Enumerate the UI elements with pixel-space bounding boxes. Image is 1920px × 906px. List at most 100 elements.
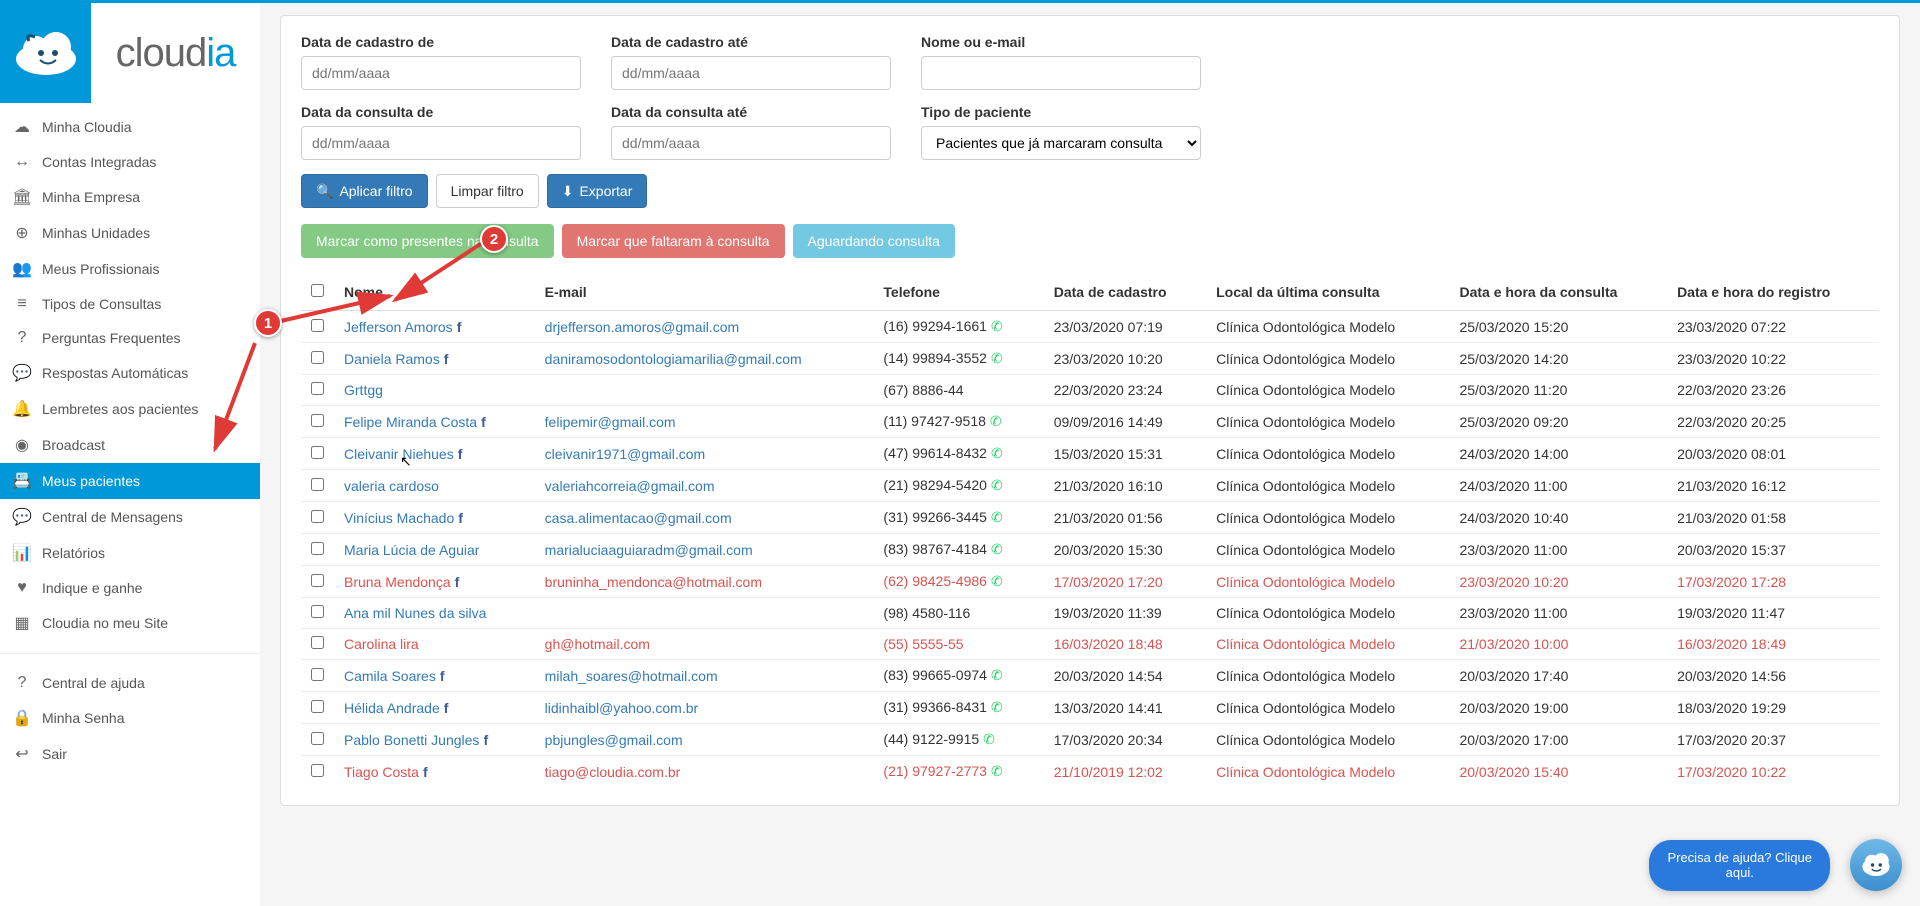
whatsapp-icon[interactable]: ✆ (991, 445, 1003, 461)
patient-email-link[interactable]: drjefferson.amoros@gmail.com (545, 319, 739, 335)
row-checkbox[interactable] (311, 764, 324, 777)
sidebar-item[interactable]: 🏛Minha Empresa (0, 179, 260, 215)
row-checkbox[interactable] (311, 446, 324, 459)
whatsapp-icon[interactable]: ✆ (991, 350, 1003, 366)
facebook-icon: f (423, 764, 428, 780)
row-checkbox[interactable] (311, 414, 324, 427)
row-checkbox[interactable] (311, 510, 324, 523)
sidebar-item[interactable]: 👥Meus Profissionais (0, 251, 260, 287)
patient-name-link[interactable]: Cleivanir Niehues (344, 446, 454, 462)
whatsapp-icon[interactable]: ✆ (991, 541, 1003, 557)
patient-name-link[interactable]: Tiago Costa (344, 764, 419, 780)
sidebar-footer-item[interactable]: ↩Sair (0, 736, 260, 772)
patient-email-link[interactable]: cleivanir1971@gmail.com (545, 446, 706, 462)
row-checkbox[interactable] (311, 605, 324, 618)
help-pill[interactable]: Precisa de ajuda? Clique aqui. (1649, 840, 1830, 891)
mark-present-button[interactable]: Marcar como presentes na consulta (301, 224, 554, 258)
row-checkbox[interactable] (311, 574, 324, 587)
nav-icon: 🏛 (12, 187, 32, 207)
patient-name-link[interactable]: Grttgg (344, 382, 383, 398)
whatsapp-icon[interactable]: ✆ (991, 699, 1003, 715)
chat-widget-button[interactable] (1850, 839, 1902, 891)
sidebar-item-label: Relatórios (42, 545, 105, 561)
whatsapp-icon[interactable]: ✆ (991, 477, 1003, 493)
input-name-email[interactable] (921, 56, 1201, 90)
facebook-icon: f (444, 351, 449, 367)
patient-name-link[interactable]: valeria cardoso (344, 478, 439, 494)
patient-email-link[interactable]: gh@hotmail.com (545, 636, 650, 652)
export-button[interactable]: ⬇ Exportar (547, 174, 648, 208)
clear-filter-button[interactable]: Limpar filtro (436, 174, 539, 208)
sidebar-item[interactable]: ?Perguntas Frequentes (0, 321, 260, 355)
logo[interactable]: cloudia (0, 3, 260, 103)
mark-absent-button[interactable]: Marcar que faltaram à consulta (562, 224, 785, 258)
patient-email-link[interactable]: milah_soares@hotmail.com (545, 668, 718, 684)
sidebar-footer-item[interactable]: ?Central de ajuda (0, 666, 260, 700)
patient-name-link[interactable]: Hélida Andrade (344, 700, 440, 716)
sidebar-item[interactable]: ◉Broadcast (0, 427, 260, 463)
patient-email-link[interactable]: casa.alimentacao@gmail.com (545, 510, 732, 526)
patient-name-link[interactable]: Daniela Ramos (344, 351, 440, 367)
whatsapp-icon[interactable]: ✆ (991, 667, 1003, 683)
patient-email-link[interactable]: valeriahcorreia@gmail.com (545, 478, 715, 494)
select-patient-type[interactable]: Pacientes que já marcaram consulta (921, 126, 1201, 160)
row-checkbox[interactable] (311, 382, 324, 395)
sidebar-item-label: Minhas Unidades (42, 225, 150, 241)
patient-name-link[interactable]: Bruna Mendonça (344, 574, 451, 590)
input-reg-to[interactable] (611, 56, 891, 90)
whatsapp-icon[interactable]: ✆ (991, 573, 1003, 589)
patient-email-link[interactable]: felipemir@gmail.com (545, 414, 676, 430)
row-checkbox[interactable] (311, 636, 324, 649)
facebook-icon: f (455, 574, 460, 590)
row-checkbox[interactable] (311, 542, 324, 555)
cell-created-date: 22/03/2020 23:26 (1667, 375, 1879, 406)
row-checkbox[interactable] (311, 319, 324, 332)
patient-email-link[interactable]: lidinhaibl@yahoo.com.br (545, 700, 699, 716)
sidebar-item[interactable]: 📇Meus pacientes (0, 463, 260, 499)
sidebar-item[interactable]: ↔Contas Integradas (0, 145, 260, 179)
sidebar-item[interactable]: ▦Cloudia no meu Site (0, 605, 260, 641)
patient-name-link[interactable]: Felipe Miranda Costa (344, 414, 477, 430)
patient-name-link[interactable]: Camila Soares (344, 668, 436, 684)
patient-name-link[interactable]: Carolina lira (344, 636, 419, 652)
input-reg-from[interactable] (301, 56, 581, 90)
row-checkbox[interactable] (311, 700, 324, 713)
patient-name-link[interactable]: Pablo Bonetti Jungles (344, 732, 479, 748)
patient-name-link[interactable]: Ana mil Nunes da silva (344, 605, 486, 621)
label-patient-type: Tipo de paciente (921, 104, 1201, 120)
sidebar-item[interactable]: ☁Minha Cloudia (0, 109, 260, 145)
sidebar-item[interactable]: ≡Tipos de Consultas (0, 287, 260, 321)
patient-email-link[interactable]: bruninha_mendonca@hotmail.com (545, 574, 762, 590)
sidebar-item[interactable]: 📊Relatórios (0, 535, 260, 571)
sidebar-footer-item[interactable]: 🔒Minha Senha (0, 700, 260, 736)
patient-email-link[interactable]: marialuciaaguiaradm@gmail.com (545, 542, 753, 558)
row-checkbox[interactable] (311, 478, 324, 491)
patient-email-link[interactable]: pbjungles@gmail.com (545, 732, 683, 748)
patient-name-link[interactable]: Jefferson Amoros (344, 319, 453, 335)
select-all-checkbox[interactable] (311, 284, 324, 297)
whatsapp-icon[interactable]: ✆ (991, 509, 1003, 525)
input-appt-from[interactable] (301, 126, 581, 160)
row-checkbox[interactable] (311, 732, 324, 745)
awaiting-button[interactable]: Aguardando consulta (793, 224, 955, 258)
patient-name-link[interactable]: Maria Lúcia de Aguiar (344, 542, 479, 558)
apply-filter-button[interactable]: 🔍 Aplicar filtro (301, 174, 428, 208)
input-appt-to[interactable] (611, 126, 891, 160)
whatsapp-icon[interactable]: ✆ (983, 731, 995, 747)
nav-icon: ? (12, 329, 32, 347)
row-checkbox[interactable] (311, 351, 324, 364)
patient-email-link[interactable]: tiago@cloudia.com.br (545, 764, 681, 780)
whatsapp-icon[interactable]: ✆ (991, 763, 1003, 779)
patient-email-link[interactable]: daniramosodontologiamarilia@gmail.com (545, 351, 802, 367)
cell-created-date: 17/03/2020 10:22 (1667, 756, 1879, 788)
sidebar-item[interactable]: 💬Respostas Automáticas (0, 355, 260, 391)
sidebar-item[interactable]: 🔔Lembretes aos pacientes (0, 391, 260, 427)
sidebar-item[interactable]: 💬Central de Mensagens (0, 499, 260, 535)
sidebar-item[interactable]: ♥Indique e ganhe (0, 571, 260, 605)
row-checkbox[interactable] (311, 668, 324, 681)
sidebar-item[interactable]: ⊕Minhas Unidades (0, 215, 260, 251)
whatsapp-icon[interactable]: ✆ (990, 413, 1002, 429)
patient-name-link[interactable]: Vinícius Machado (344, 510, 454, 526)
cell-location: Clínica Odontológica Modelo (1206, 311, 1449, 343)
whatsapp-icon[interactable]: ✆ (991, 318, 1003, 334)
